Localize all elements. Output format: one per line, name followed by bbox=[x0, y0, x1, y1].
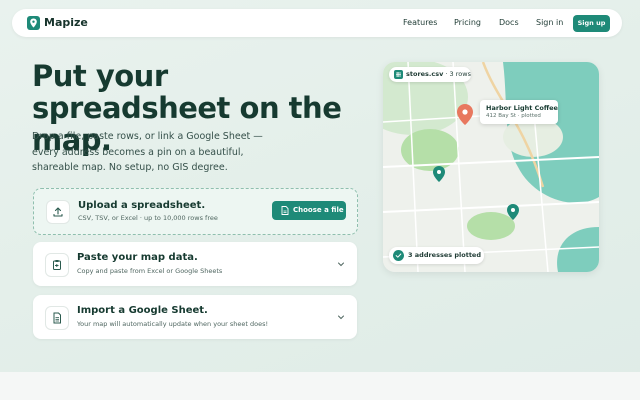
check-icon bbox=[393, 250, 404, 261]
sign-in-link[interactable]: Sign in bbox=[536, 17, 563, 29]
brand-name[interactable]: Mapize bbox=[44, 15, 88, 31]
choose-file-button[interactable]: Choose a file bbox=[272, 201, 346, 220]
google-sheet-title: Import a Google Sheet. bbox=[77, 305, 208, 316]
upload-description: CSV, TSV, or Excel · up to 10,000 rows f… bbox=[78, 214, 218, 222]
paste-description: Copy and paste from Excel or Google Shee… bbox=[77, 267, 223, 275]
popup-detail: 412 Bay St · plotted bbox=[486, 113, 541, 119]
file-chip: stores.csv · 3 rows bbox=[389, 67, 471, 82]
status-chip: 3 addresses plotted bbox=[389, 247, 484, 264]
nav-link-features[interactable]: Features bbox=[403, 17, 437, 29]
top-navigation bbox=[12, 9, 622, 37]
map-preview[interactable]: stores.csv · 3 rows Harbor Light Coffee … bbox=[383, 62, 599, 272]
nav-link-docs[interactable]: Docs bbox=[499, 17, 519, 29]
popup-title: Harbor Light Coffee bbox=[486, 104, 558, 112]
map-canvas bbox=[383, 62, 599, 272]
sheet-icon bbox=[45, 306, 69, 330]
file-chip-filename: stores.csv bbox=[406, 70, 444, 78]
upload-icon bbox=[46, 200, 70, 224]
logo-pin-icon[interactable] bbox=[27, 16, 40, 30]
status-text: 3 addresses plotted bbox=[408, 251, 481, 259]
upload-option-card[interactable]: Upload a spreadsheet. CSV, TSV, or Excel… bbox=[33, 188, 358, 235]
google-sheet-description: Your map will automatically update when … bbox=[77, 320, 269, 328]
hero-subtitle: Drop a file, paste rows, or link a Googl… bbox=[32, 131, 263, 173]
chevron-down-icon[interactable] bbox=[337, 260, 345, 268]
location-popup[interactable]: Harbor Light Coffee 412 Bay St · plotted bbox=[480, 100, 558, 124]
google-sheet-option-card[interactable]: Import a Google Sheet. Your map will aut… bbox=[33, 295, 357, 339]
file-chip-meta: · 3 rows bbox=[443, 70, 471, 78]
paste-title: Paste your map data. bbox=[77, 252, 198, 263]
spreadsheet-icon bbox=[394, 70, 403, 79]
sign-up-button[interactable]: Sign up bbox=[573, 15, 610, 32]
choose-file-label: Choose a file bbox=[293, 206, 344, 214]
nav-link-pricing[interactable]: Pricing bbox=[454, 17, 481, 29]
upload-title: Upload a spreadsheet. bbox=[78, 200, 206, 211]
park-area bbox=[467, 212, 515, 240]
paste-icon bbox=[45, 253, 69, 277]
page-footer-band bbox=[0, 372, 640, 400]
chevron-down-icon[interactable] bbox=[337, 313, 345, 321]
paste-option-card[interactable]: Paste your map data. Copy and paste from… bbox=[33, 242, 357, 286]
